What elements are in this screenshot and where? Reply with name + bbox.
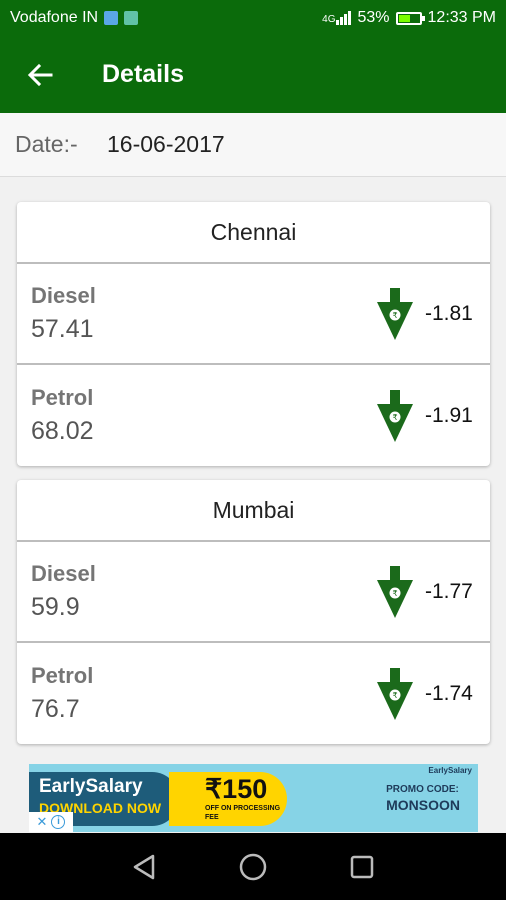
fuel-price: 68.02 xyxy=(31,417,94,445)
fuel-price: 57.41 xyxy=(31,315,94,343)
price-change: -1.81 xyxy=(425,301,473,325)
price-down-icon: ₹ xyxy=(377,287,413,340)
ad-offer-text: OFF ON PROCESSING FEE xyxy=(205,805,281,821)
fuel-name: Petrol xyxy=(31,385,94,410)
price-change: -1.74 xyxy=(425,681,473,705)
network-type: 4G xyxy=(322,14,336,25)
battery-percent: 53% xyxy=(357,9,390,26)
info-icon[interactable]: i xyxy=(51,815,66,829)
svg-text:₹: ₹ xyxy=(392,589,397,598)
ad-offer-block: ₹150 OFF ON PROCESSING FEE xyxy=(169,772,287,826)
back-button[interactable] xyxy=(0,36,80,113)
price-down-icon: ₹ xyxy=(377,565,413,618)
fuel-price: 59.9 xyxy=(31,593,80,621)
date-row: Date:- 16-06-2017 xyxy=(0,113,506,177)
ad-promo-code: MONSOON xyxy=(386,797,460,813)
notification-icon xyxy=(124,11,139,25)
battery-icon xyxy=(395,11,425,25)
status-bar: Vodafone IN 4G 53% 12:33 PM xyxy=(0,0,506,36)
nav-home-button[interactable] xyxy=(223,837,283,897)
fuel-row-petrol[interactable]: Petrol 68.02 ₹ -1.91 xyxy=(17,365,490,466)
fuel-name: Petrol xyxy=(31,663,94,688)
price-change: -1.77 xyxy=(425,579,473,603)
ad-amount: ₹150 xyxy=(205,774,268,804)
ad-banner[interactable]: EarlySalary DOWNLOAD NOW ₹150 OFF ON PRO… xyxy=(29,764,478,832)
city-card-chennai: Chennai Diesel 57.41 ₹ -1.81 Petrol 68.0… xyxy=(17,202,490,466)
city-name: Mumbai xyxy=(17,480,490,542)
fuel-price: 76.7 xyxy=(31,695,80,723)
price-change: -1.91 xyxy=(425,403,473,427)
fuel-row-petrol[interactable]: Petrol 76.7 ₹ -1.74 xyxy=(17,643,490,744)
system-nav-bar xyxy=(0,833,506,900)
notification-icon xyxy=(104,11,119,25)
page-title: Details xyxy=(102,60,184,88)
city-name: Chennai xyxy=(17,202,490,264)
date-label: Date:- xyxy=(15,131,78,157)
svg-text:₹: ₹ xyxy=(392,311,397,320)
ad-promo: PROMO CODE: MONSOON xyxy=(386,784,460,813)
fuel-name: Diesel xyxy=(31,561,96,586)
close-icon[interactable]: ✕ xyxy=(37,814,48,830)
price-down-icon: ₹ xyxy=(377,667,413,720)
price-down-icon: ₹ xyxy=(377,389,413,442)
clock: 12:33 PM xyxy=(427,9,496,26)
arrow-left-icon xyxy=(27,63,53,86)
city-card-mumbai: Mumbai Diesel 59.9 ₹ -1.77 Petrol 76.7 ₹… xyxy=(17,480,490,744)
svg-text:₹: ₹ xyxy=(392,691,397,700)
fuel-row-diesel[interactable]: Diesel 59.9 ₹ -1.77 xyxy=(17,542,490,643)
network-icon: 4G xyxy=(322,11,352,25)
home-circle-icon xyxy=(239,853,267,880)
recents-square-icon xyxy=(350,855,373,878)
ad-choices[interactable]: ✕ i xyxy=(29,812,73,832)
ad-brand: EarlySalary xyxy=(39,776,143,797)
signal-icon xyxy=(336,11,352,25)
nav-back-button[interactable] xyxy=(114,837,174,897)
fuel-row-diesel[interactable]: Diesel 57.41 ₹ -1.81 xyxy=(17,264,490,365)
fuel-name: Diesel xyxy=(31,283,96,308)
carrier-label: Vodafone IN xyxy=(10,9,99,26)
nav-recents-button[interactable] xyxy=(332,837,392,897)
ad-promo-label: PROMO CODE: xyxy=(386,784,459,795)
ad-tag: EarlySalary xyxy=(428,766,472,775)
svg-text:₹: ₹ xyxy=(392,413,397,422)
app-bar: Details xyxy=(0,36,506,113)
date-value: 16-06-2017 xyxy=(107,131,225,157)
back-triangle-icon xyxy=(134,854,155,879)
